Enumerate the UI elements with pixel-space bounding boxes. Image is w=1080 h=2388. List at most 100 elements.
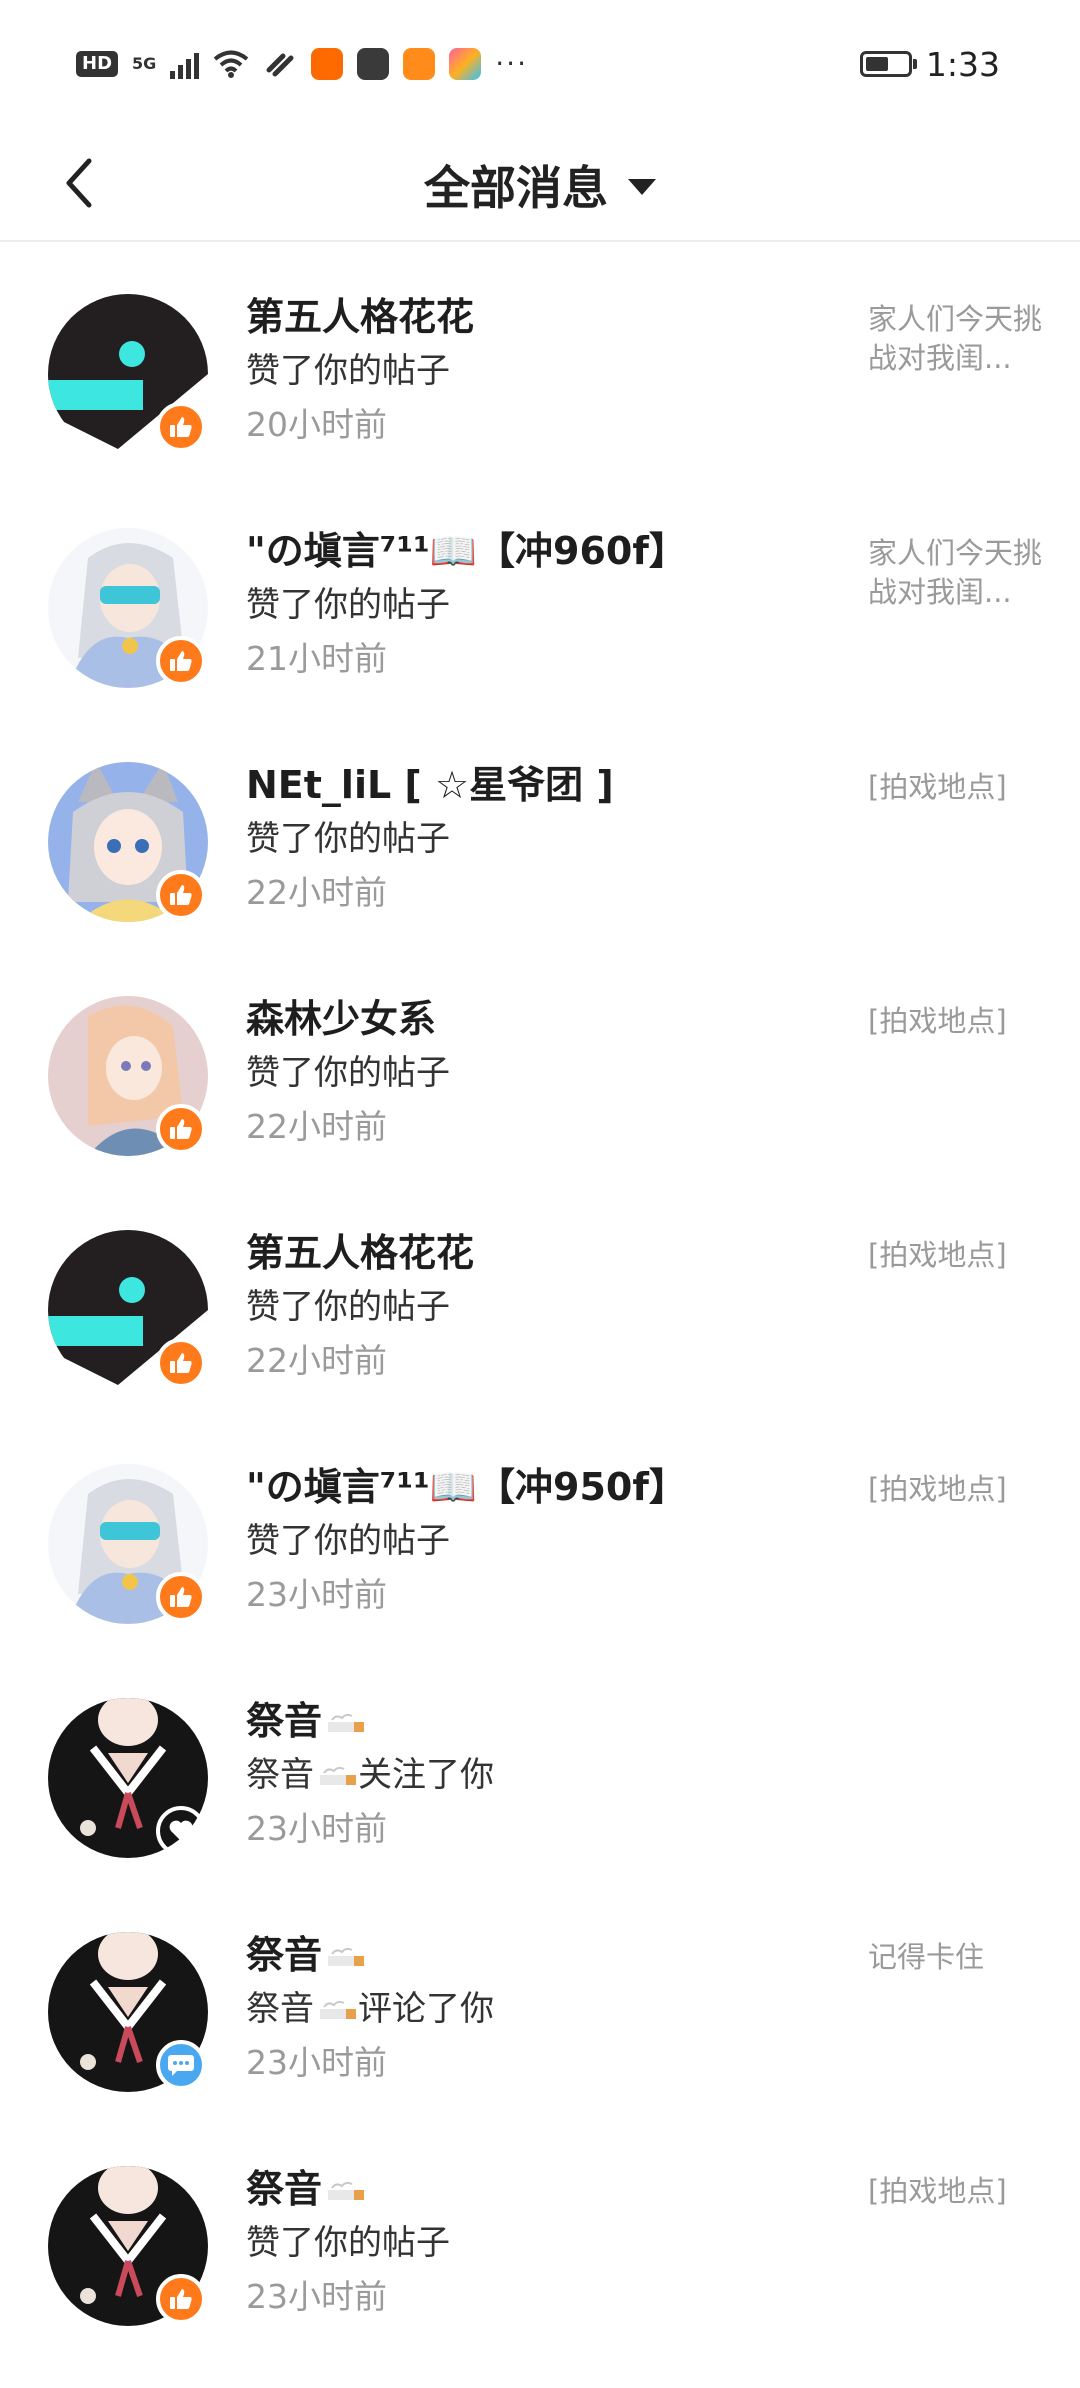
post-snippet[interactable]: [拍戏地点] xyxy=(868,1236,1048,1275)
message-item[interactable]: "の塡言⁷¹¹📖【冲950f】赞了你的帖子 23小时前 [拍戏地点] xyxy=(0,1412,1080,1646)
timestamp: 22小时前 xyxy=(246,1107,387,1146)
follow-badge xyxy=(156,1806,206,1856)
cigarette-emoji-icon xyxy=(320,2000,356,2019)
action-user: 祭音 xyxy=(246,1989,314,2029)
user-name-text: 森林少女系 xyxy=(246,997,437,1041)
like-badge xyxy=(156,636,206,686)
action-label: 关注了你 xyxy=(358,1755,494,1795)
title-dropdown[interactable]: 全部消息 xyxy=(0,130,1080,240)
thumbs-up-icon xyxy=(170,1353,192,1373)
more-notifications: ··· xyxy=(495,47,528,80)
cigarette-emoji-icon xyxy=(328,2181,365,2200)
action-text: 赞了你的帖子 xyxy=(246,2216,836,2270)
post-snippet[interactable]: [拍戏地点] xyxy=(868,768,1048,807)
post-snippet[interactable]: [拍戏地点] xyxy=(868,2172,1048,2211)
message-item[interactable]: 祭音 祭音 关注了你 23小时前 xyxy=(0,1646,1080,1880)
thumbs-up-icon xyxy=(170,651,192,671)
like-badge xyxy=(156,1104,206,1154)
post-snippet[interactable]: 家人们今天挑战对我闺... xyxy=(868,534,1048,612)
action-label: 赞了你的帖子 xyxy=(246,351,450,391)
taobao-icon xyxy=(311,48,344,80)
user-name-text: "の塡言⁷¹¹📖【冲950f】 xyxy=(246,1465,687,1509)
action-text: 赞了你的帖子 xyxy=(246,812,836,866)
cigarette-emoji-icon xyxy=(328,1713,365,1732)
thumbs-up-icon xyxy=(170,417,192,437)
header: 全部消息 xyxy=(0,130,1080,242)
post-snippet[interactable]: 家人们今天挑战对我闺... xyxy=(868,300,1048,378)
action-label: 赞了你的帖子 xyxy=(246,1287,450,1327)
action-label: 赞了你的帖子 xyxy=(246,1053,450,1093)
page-title: 全部消息 xyxy=(424,161,608,215)
action-text: 赞了你的帖子 xyxy=(246,578,836,632)
post-snippet[interactable]: [拍戏地点] xyxy=(868,1002,1048,1041)
app-icon xyxy=(449,48,482,80)
like-badge xyxy=(156,402,206,452)
like-badge xyxy=(156,1572,206,1622)
user-name-text: 祭音 xyxy=(246,2167,323,2211)
message-item[interactable]: 森林少女系赞了你的帖子 22小时前 [拍戏地点] xyxy=(0,944,1080,1178)
timestamp: 23小时前 xyxy=(246,2277,387,2316)
thumbs-up-icon xyxy=(170,885,192,905)
timestamp: 23小时前 xyxy=(246,1809,387,1848)
cigarette-emoji-icon xyxy=(328,1947,365,1966)
message-item[interactable]: 祭音 祭音 评论了你 23小时前 记得卡住 xyxy=(0,1880,1080,2114)
user-name-text: 第五人格花花 xyxy=(246,295,475,339)
timestamp: 20小时前 xyxy=(246,405,387,444)
user-name[interactable]: "の塡言⁷¹¹📖【冲960f】 xyxy=(246,524,836,578)
message-item[interactable]: NEt_liL [ ☆星爷团 ] 赞了你的帖子 22小时前 [拍戏地点] xyxy=(0,710,1080,944)
cigarette-emoji-icon xyxy=(320,1766,356,1785)
like-badge xyxy=(156,870,206,920)
thumbs-up-icon xyxy=(170,1587,192,1607)
user-name[interactable]: 祭音 xyxy=(246,1694,836,1748)
message-item[interactable]: 第五人格花花赞了你的帖子 20小时前 家人们今天挑战对我闺... xyxy=(0,242,1080,476)
link-icon xyxy=(266,53,294,77)
like-badge xyxy=(156,1338,206,1388)
user-name-text: 祭音 xyxy=(246,1933,323,1977)
message-list: 第五人格花花 赞了你的帖子 20小时前 家人们今天挑战对我闺... "の塡言⁷¹¹📖【冲… xyxy=(0,242,1080,2348)
comment-badge xyxy=(156,2040,206,2090)
battery-icon xyxy=(859,51,917,77)
action-text: 赞了你的帖子 xyxy=(246,344,836,398)
user-name[interactable]: 第五人格花花 xyxy=(246,1226,836,1280)
action-label: 评论了你 xyxy=(358,1989,494,2029)
user-name[interactable]: 祭音 xyxy=(246,2162,836,2216)
action-text: 赞了你的帖子 xyxy=(246,1046,836,1100)
hd-indicator: HD xyxy=(76,51,119,77)
comment-icon xyxy=(168,2055,194,2076)
thumbs-up-icon xyxy=(170,2289,192,2309)
action-label: 赞了你的帖子 xyxy=(246,585,450,625)
message-item[interactable]: "の塡言⁷¹¹📖【冲960f】 赞了你的帖子 21小时前 家人们今天挑战对我闺... xyxy=(0,476,1080,710)
post-snippet[interactable]: 记得卡住 xyxy=(868,1938,1048,1977)
wifi-icon xyxy=(214,50,249,78)
action-label: 赞了你的帖子 xyxy=(246,819,450,859)
clock: 1:33 xyxy=(925,44,1000,84)
post-snippet[interactable]: [拍戏地点] xyxy=(868,1470,1048,1509)
timestamp: 23小时前 xyxy=(246,1575,387,1614)
action-label: 赞了你的帖子 xyxy=(246,2223,450,2263)
timestamp: 22小时前 xyxy=(246,1341,387,1380)
like-badge xyxy=(156,2274,206,2324)
heart-icon xyxy=(169,1820,193,1841)
user-name[interactable]: "の塡言⁷¹¹📖【冲950f】 xyxy=(246,1460,836,1514)
action-label: 赞了你的帖子 xyxy=(246,1521,450,1561)
user-name[interactable]: 森林少女系 xyxy=(246,992,836,1046)
user-name-text: NEt_liL [ ☆星爷团 ] xyxy=(246,763,614,807)
user-name[interactable]: NEt_liL [ ☆星爷团 ] xyxy=(246,758,836,812)
user-name-text: 第五人格花花 xyxy=(246,1231,475,1275)
timestamp: 22小时前 xyxy=(246,873,387,912)
user-name[interactable]: 祭音 xyxy=(246,1928,836,1982)
mail-icon xyxy=(357,48,390,80)
action-text: 赞了你的帖子 xyxy=(246,1514,836,1568)
network-type: 5G xyxy=(132,54,157,73)
action-text: 祭音 评论了你 xyxy=(246,1982,836,2036)
action-text: 赞了你的帖子 xyxy=(246,1280,836,1334)
user-name-text: 祭音 xyxy=(246,1699,323,1743)
status-bar: HD 5G ··· 1:33 xyxy=(0,0,1080,130)
user-name[interactable]: 第五人格花花 xyxy=(246,290,836,344)
message-item[interactable]: 祭音赞了你的帖子 23小时前 [拍戏地点] xyxy=(0,2114,1080,2348)
caret-down-icon xyxy=(628,179,656,195)
message-item[interactable]: 第五人格花花赞了你的帖子 22小时前 [拍戏地点] xyxy=(0,1178,1080,1412)
action-text: 祭音 关注了你 xyxy=(246,1748,836,1802)
user-name-text: "の塡言⁷¹¹📖【冲960f】 xyxy=(246,529,687,573)
action-user: 祭音 xyxy=(246,1755,314,1795)
